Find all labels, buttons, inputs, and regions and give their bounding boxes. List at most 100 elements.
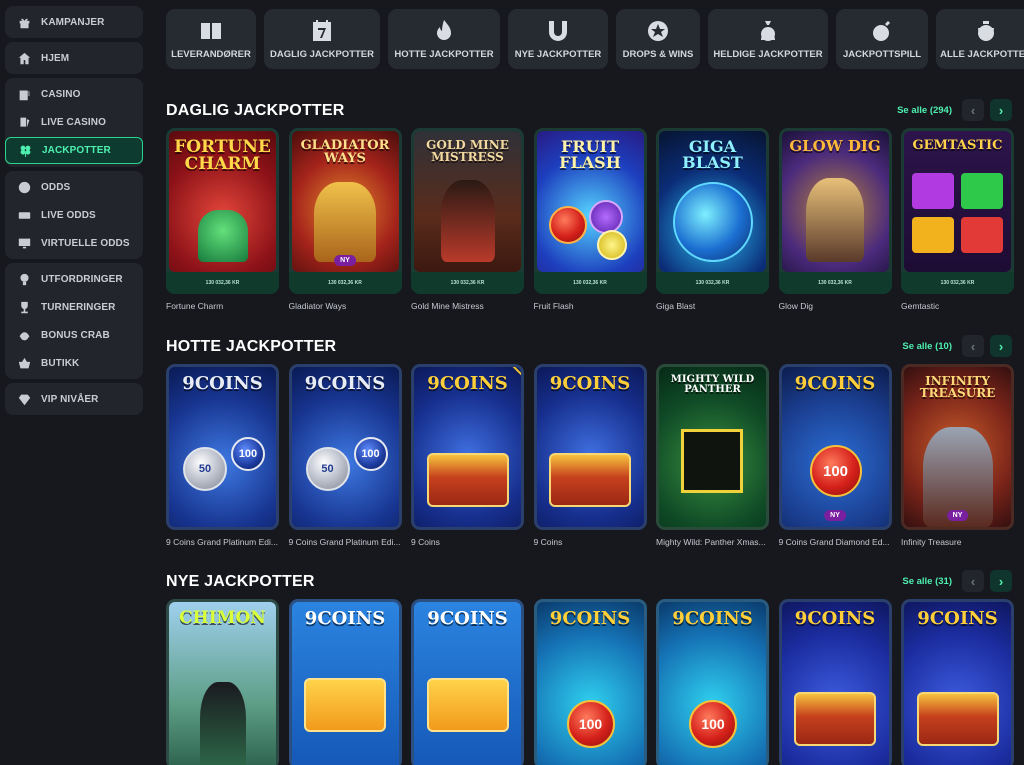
section-nye-jackpotter: NYE JACKPOTTER Se alle (31) ‹ › CHIMON 9…	[166, 570, 1016, 765]
game-card[interactable]: FRUIT FLASH 130 032,36 KR	[533, 128, 647, 294]
sidebar-item-virtuelle-odds[interactable]: VIRTUELLE ODDS	[5, 229, 143, 257]
jackpot-amount: 130 032,36 KR	[166, 272, 279, 294]
game-card[interactable]: 9COINS 100 NY	[778, 364, 892, 530]
category-label: HOTTE JACKPOTTER	[394, 48, 494, 60]
category-hotte-jackpotter[interactable]: HOTTE JACKPOTTER	[388, 9, 500, 69]
category-jackpottspill[interactable]: JACKPOTTSPILL	[836, 9, 928, 69]
category-daglig-jackpotter[interactable]: DAGLIG JACKPOTTER	[264, 9, 380, 69]
game-thumbnail: MIGHTY WILD PANTHER	[659, 367, 766, 527]
sidebar-item-live-casino[interactable]: LIVE CASINO	[5, 108, 143, 136]
game-card[interactable]: MIGHTY WILD PANTHER	[656, 364, 769, 530]
category-label: DROPS & WINS	[622, 48, 694, 60]
game-tile[interactable]: MIGHTY WILD PANTHER Mighty Wild: Panther…	[656, 364, 769, 547]
jackpot-amount: 130 032,36 KR	[533, 272, 647, 294]
section-nav: Se alle (294) ‹ ›	[897, 99, 1012, 121]
sidebar-item-butikk[interactable]: BUTIKK	[5, 349, 143, 377]
prev-arrow-icon[interactable]: ‹	[962, 570, 984, 592]
game-tile[interactable]: GOLD MINE MISTRESS 130 032,36 KR Gold Mi…	[411, 128, 524, 311]
prev-arrow-icon[interactable]: ‹	[962, 335, 984, 357]
coin-50: 50	[305, 447, 350, 491]
game-tile[interactable]: 9COINS 100	[533, 599, 647, 765]
game-name: 9 Coins	[411, 537, 440, 547]
category-nye-jackpotter[interactable]: NYE JACKPOTTER	[508, 9, 608, 69]
game-tile[interactable]: GIGA BLAST 130 032,36 KR Giga Blast	[656, 128, 769, 311]
game-card[interactable]: GOLD MINE MISTRESS 130 032,36 KR	[411, 128, 524, 294]
gladiator-figure	[314, 182, 376, 262]
game-card[interactable]: 9COINS	[411, 364, 524, 530]
game-tile[interactable]: CHIMON	[166, 599, 279, 765]
sidebar-item-turneringer[interactable]: TURNERINGER	[5, 293, 143, 321]
game-card[interactable]: 9COINS	[901, 599, 1014, 765]
character-figure	[199, 682, 246, 765]
game-card[interactable]: 9COINS 50 100	[288, 364, 402, 530]
game-tile[interactable]: FRUIT FLASH 130 032,36 KR Fruit Flash	[533, 128, 647, 311]
section-nav: Se alle (10) ‹ ›	[902, 335, 1012, 357]
game-tile[interactable]: 9COINS	[411, 599, 524, 765]
game-tile[interactable]: 9COINS 50 100 9 Coins Grand Platinum Edi…	[166, 364, 279, 547]
game-tile[interactable]: INFINITY TREASURE NY Infinity Treasure	[901, 364, 1014, 547]
sidebar-item-hjem[interactable]: HJEM	[5, 44, 143, 72]
game-tile[interactable]: 9COINS 100	[656, 599, 769, 765]
game-tile[interactable]: GLADIATOR WAYS NY 130 032,36 KR Gladiato…	[288, 128, 402, 311]
game-card[interactable]: FORTUNE CHARM 130 032,36 KR	[166, 128, 279, 294]
game-card[interactable]: 9COINS	[288, 599, 402, 765]
challenge-icon	[15, 272, 33, 286]
game-card[interactable]: GLOW DIG 130 032,36 KR	[778, 128, 892, 294]
sidebar-item-label: ODDS	[41, 181, 71, 193]
game-card[interactable]: 9COINS 100	[533, 599, 647, 765]
sidebar-group-promotions: KAMPANJER	[5, 6, 143, 38]
game-art-title: GLOW DIG	[789, 137, 881, 155]
category-heldige-jackpotter[interactable]: HELDIGE JACKPOTTER	[708, 9, 828, 69]
sidebar-item-bonus-crab[interactable]: BONUS CRAB	[5, 321, 143, 349]
game-thumbnail: 9COINS	[781, 602, 889, 765]
game-card[interactable]: GLADIATOR WAYS NY 130 032,36 KR	[288, 128, 402, 294]
category-leverandorer[interactable]: LEVERANDØRER	[166, 9, 256, 69]
game-tile[interactable]: GEMTASTIC 130 032,36 KR Gemtastic	[901, 128, 1014, 311]
green-gem	[961, 173, 1003, 209]
sidebar-item-jackpotter[interactable]: JACKPOTTER	[5, 137, 143, 164]
game-thumbnail: 9COINS 100	[536, 602, 644, 765]
game-card[interactable]: 9COINS	[533, 364, 647, 530]
game-card[interactable]: CHIMON	[166, 599, 279, 765]
sidebar-item-utfordringer[interactable]: UTFORDRINGER	[5, 265, 143, 293]
game-card[interactable]: 9COINS 50 100	[166, 364, 279, 530]
game-tile[interactable]: 9COINS 100 NY 9 Coins Grand Diamond Ed..…	[778, 364, 892, 547]
game-tile[interactable]: 9COINS 9 Coins	[411, 364, 524, 547]
prev-arrow-icon[interactable]: ‹	[962, 99, 984, 121]
sidebar-item-odds[interactable]: ODDS	[5, 173, 143, 201]
game-card[interactable]: 9COINS	[778, 599, 892, 765]
sidebar-item-live-odds[interactable]: LIVE ODDS	[5, 201, 143, 229]
game-tile[interactable]: 9COINS	[901, 599, 1014, 765]
game-tile[interactable]: GLOW DIG 130 032,36 KR Glow Dig	[778, 128, 892, 311]
game-tile[interactable]: 9COINS	[288, 599, 402, 765]
game-card[interactable]: GIGA BLAST 130 032,36 KR	[656, 128, 769, 294]
see-all-link[interactable]: Se alle (10)	[902, 341, 952, 352]
coin-100: 100	[689, 700, 737, 748]
sidebar-item-casino[interactable]: CASINO	[5, 80, 143, 108]
game-art-title: GIGA BLAST	[682, 137, 743, 172]
game-card[interactable]: GEMTASTIC 130 032,36 KR	[901, 128, 1014, 294]
category-alle-jackpotter[interactable]: ALLE JACKPOTTER	[936, 9, 1024, 69]
pot-icon	[973, 19, 999, 43]
game-card[interactable]: INFINITY TREASURE NY	[901, 364, 1014, 530]
game-tile[interactable]: 9COINS 50 100 9 Coins Grand Platinum Edi…	[288, 364, 402, 547]
game-thumbnail: GEMTASTIC	[904, 131, 1011, 272]
see-all-link[interactable]: Se alle (294)	[897, 105, 952, 116]
next-arrow-icon[interactable]: ›	[990, 570, 1012, 592]
sidebar-item-kampanjer[interactable]: KAMPANJER	[5, 8, 143, 36]
game-tile[interactable]: FORTUNE CHARM 130 032,36 KR Fortune Char…	[166, 128, 279, 311]
next-arrow-icon[interactable]: ›	[990, 99, 1012, 121]
sidebar-item-vip-nivaer[interactable]: VIP NIVÅER	[5, 385, 143, 413]
game-art-title: GLADIATOR WAYS	[300, 138, 390, 166]
game-tile[interactable]: 9COINS	[778, 599, 892, 765]
panther-frame	[681, 429, 743, 493]
game-name: 9 Coins	[533, 537, 563, 547]
purple-gem	[912, 173, 954, 209]
game-tile[interactable]: 9COINS 9 Coins	[533, 364, 647, 547]
game-card[interactable]: 9COINS	[411, 599, 524, 765]
next-arrow-icon[interactable]: ›	[990, 335, 1012, 357]
see-all-link[interactable]: Se alle (31)	[902, 576, 952, 587]
category-drops-wins[interactable]: DROPS & WINS	[616, 9, 700, 69]
game-card[interactable]: 9COINS 100	[656, 599, 769, 765]
drops-wins-icon	[645, 19, 671, 43]
